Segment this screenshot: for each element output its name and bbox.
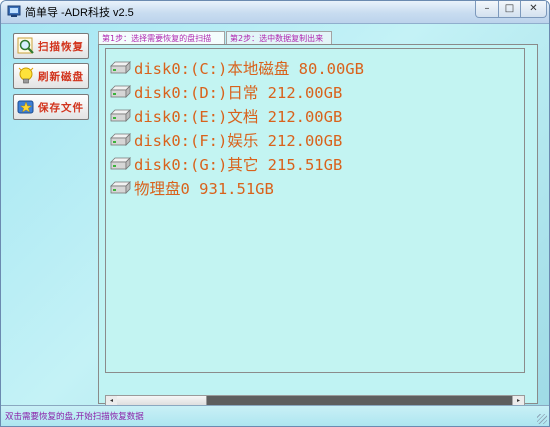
hard-disk-icon [110,181,131,194]
close-button[interactable]: ✕ [520,1,547,18]
tab-step-2[interactable]: 第2步：选中数据复制出来 [226,31,332,45]
save-star-icon [17,100,34,114]
hard-disk-icon [110,85,131,98]
status-text: 双击需要恢复的盘,开始扫描恢复数据 [5,412,144,422]
tree-item-label: disk0:(C:)本地磁盘 80.00GB [134,60,364,78]
window-title: 简单导 -ADR科技 v2.5 [25,7,134,19]
lightbulb-icon [18,67,34,84]
tab-panel: disk0:(C:)本地磁盘 80.00GB disk0:(D:)日常 212.… [98,44,538,407]
magnifier-icon [17,37,34,54]
scan-recover-label: 扫描恢复 [38,41,84,53]
minimize-button[interactable]: – [475,1,499,18]
tree-item-label: disk0:(E:)文档 212.00GB [134,108,343,126]
disk-tree[interactable]: disk0:(C:)本地磁盘 80.00GB disk0:(D:)日常 212.… [105,48,525,373]
tree-item-label: 物理盘0 931.51GB [134,180,274,198]
save-file-label: 保存文件 [38,102,84,114]
scan-recover-button[interactable]: 扫描恢复 [13,33,89,59]
save-file-button[interactable]: 保存文件 [13,94,89,120]
status-bar: 双击需要恢复的盘,开始扫描恢复数据 [1,405,549,426]
hard-disk-icon [110,109,131,122]
tree-item-label: disk0:(D:)日常 212.00GB [134,84,343,102]
tab-step-1[interactable]: 第1步：选择需要恢复的盘扫描 [98,31,225,45]
client-area: 扫描恢复 刷新磁盘 保存文件 第1步：选择需要恢复的盘扫描 第2步：选中数据复制… [1,24,549,407]
hard-disk-icon [110,133,131,146]
tree-item-label: disk0:(G:)其它 215.51GB [134,156,343,174]
refresh-disk-label: 刷新磁盘 [38,71,84,83]
title-bar[interactable]: 简单导 -ADR科技 v2.5 – □ ✕ [1,1,549,24]
app-icon [7,5,21,17]
refresh-disk-button[interactable]: 刷新磁盘 [13,63,89,89]
tree-item-label: disk0:(F:)娱乐 212.00GB [134,132,343,150]
resize-grip[interactable] [537,414,547,424]
hard-disk-icon [110,61,131,74]
app-window: 简单导 -ADR科技 v2.5 – □ ✕ 扫描恢复 刷新磁盘 保存文件 第1步… [0,0,550,427]
hard-disk-icon [110,157,131,170]
maximize-button[interactable]: □ [498,1,521,18]
